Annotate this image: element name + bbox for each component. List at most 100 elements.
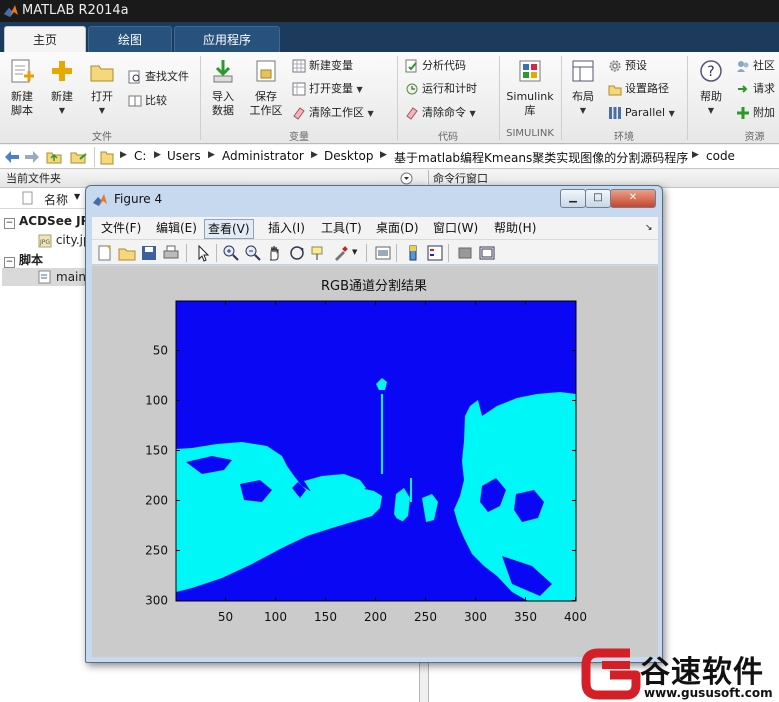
tab-plots[interactable]: 绘图 xyxy=(88,26,172,53)
menu-help[interactable]: 帮助(H) xyxy=(491,219,539,237)
browse-folder-icon[interactable] xyxy=(70,149,88,165)
analyze-code-button[interactable]: 分析代码 xyxy=(405,57,466,75)
maximize-icon: □ xyxy=(593,192,603,203)
hide-plot-tools-icon[interactable] xyxy=(456,244,474,262)
close-button[interactable]: ✕ xyxy=(610,189,656,208)
figure-canvas[interactable]: RGB通道分割结果 50 100 150 200 250 300 350 400… xyxy=(92,266,658,657)
collapse-toggle-icon[interactable]: − xyxy=(4,218,15,229)
breadcrumb-separator-icon: ▶ xyxy=(311,150,318,160)
menu-file[interactable]: 文件(F) xyxy=(98,219,144,237)
file-column-icon xyxy=(22,191,33,205)
collapse-toggle-icon[interactable]: − xyxy=(4,257,15,268)
print-figure-icon[interactable] xyxy=(162,244,180,262)
legend-icon[interactable] xyxy=(426,244,444,262)
open-button[interactable]: 打开 ▼ xyxy=(86,58,118,118)
group-label-simulink: SIMULINK xyxy=(506,128,554,139)
menu-tools[interactable]: 工具(T) xyxy=(318,219,365,237)
up-folder-icon[interactable] xyxy=(46,149,62,165)
addons-button[interactable]: 附加 xyxy=(736,104,775,122)
maximize-button[interactable]: □ xyxy=(585,189,611,208)
brush-dropdown-icon[interactable]: ▼ xyxy=(352,248,357,256)
sort-down-icon[interactable]: ▼ xyxy=(74,192,80,201)
group-acdsee[interactable]: − ACDSee JP xyxy=(4,214,89,229)
tab-apps[interactable]: 应用程序 xyxy=(174,26,280,53)
import-data-button[interactable]: 导入 数据 xyxy=(206,58,240,118)
show-plot-tools-icon[interactable] xyxy=(478,244,496,262)
save-figure-icon[interactable] xyxy=(140,244,158,262)
matlab-logo-icon xyxy=(4,5,18,17)
group-label-file: 文件 xyxy=(92,132,112,143)
help-button[interactable]: ? 帮助 ▼ xyxy=(694,58,728,118)
analyze-code-label: 分析代码 xyxy=(422,59,466,72)
new-button[interactable]: 新建 ▼ xyxy=(46,58,78,118)
simulink-library-button[interactable]: Simulink 库 xyxy=(503,58,557,118)
menu-edit[interactable]: 编辑(E) xyxy=(153,219,200,237)
group-scripts[interactable]: − 脚本 xyxy=(4,251,43,268)
parallel-button[interactable]: Parallel ▼ xyxy=(608,104,675,122)
breadcrumb-item[interactable]: code xyxy=(706,149,735,163)
new-variable-button[interactable]: 新建变量 xyxy=(292,57,353,75)
name-column-header[interactable]: 名称 xyxy=(44,191,68,208)
breadcrumb-item[interactable]: Users xyxy=(167,149,201,163)
request-support-button[interactable]: 请求 xyxy=(736,80,775,98)
compare-button[interactable]: 比较 xyxy=(128,92,167,110)
clear-commands-button[interactable]: 清除命令 ▼ xyxy=(405,104,476,122)
colorbar-icon[interactable] xyxy=(404,244,422,262)
save-workspace-button[interactable]: 保存 工作区 xyxy=(246,58,286,118)
clear-commands-dropdown-icon[interactable]: ▼ xyxy=(470,109,476,118)
new-figure-icon[interactable] xyxy=(96,244,114,262)
app-title-bar: MATLAB R2014a xyxy=(0,0,779,22)
open-dropdown-icon[interactable]: ▼ xyxy=(86,104,118,118)
tab-home[interactable]: 主页 xyxy=(4,26,86,53)
open-variable-button[interactable]: 打开变量 ▼ xyxy=(292,80,363,98)
parallel-label: Parallel xyxy=(625,106,666,119)
panel-menu-icon[interactable] xyxy=(400,172,413,185)
clear-workspace-dropdown-icon[interactable]: ▼ xyxy=(368,109,374,118)
community-button[interactable]: 社区 xyxy=(736,57,775,75)
data-cursor-icon[interactable] xyxy=(310,244,328,262)
pointer-arrow-icon[interactable] xyxy=(194,244,212,262)
back-arrow-icon[interactable] xyxy=(4,150,20,164)
y-tick-label: 50 xyxy=(153,344,168,358)
menu-desktop[interactable]: 桌面(D) xyxy=(373,219,422,237)
open-variable-dropdown-icon[interactable]: ▼ xyxy=(357,85,363,94)
link-plot-icon[interactable] xyxy=(374,244,392,262)
breadcrumb-item[interactable]: Desktop xyxy=(324,149,374,163)
layout-button[interactable]: 布局 ▼ xyxy=(566,58,600,118)
new-script-button[interactable]: 新建 脚本 xyxy=(4,58,40,118)
layout-dropdown-icon[interactable]: ▼ xyxy=(566,104,600,118)
clear-workspace-button[interactable]: 清除工作区 ▼ xyxy=(292,104,374,122)
clear-commands-icon xyxy=(406,107,418,120)
segmentation-plot[interactable]: RGB通道分割结果 50 100 150 200 250 300 350 400… xyxy=(92,266,658,657)
command-window-title: 命令行窗口 xyxy=(433,172,488,185)
menu-insert[interactable]: 插入(I) xyxy=(265,219,308,237)
dock-arrow-icon[interactable]: ↘ xyxy=(642,219,656,237)
layout-icon xyxy=(572,60,594,82)
open-file-icon[interactable] xyxy=(118,244,136,262)
forward-arrow-icon[interactable] xyxy=(24,150,40,164)
group-label-variable: 变量 xyxy=(289,132,309,143)
new-label: 新建 xyxy=(51,90,73,103)
parallel-dropdown-icon[interactable]: ▼ xyxy=(669,109,675,118)
figure-title-bar[interactable]: Figure 4 ▁ □ ✕ xyxy=(86,186,662,214)
find-files-button[interactable]: 查找文件 xyxy=(128,68,189,86)
run-and-time-button[interactable]: 运行和计时 xyxy=(405,80,477,98)
minimize-button[interactable]: ▁ xyxy=(560,189,586,208)
preferences-button[interactable]: 预设 xyxy=(608,57,647,75)
set-path-button[interactable]: 设置路径 xyxy=(608,80,669,98)
rotate-3d-icon[interactable] xyxy=(288,244,306,262)
zoom-out-icon[interactable] xyxy=(244,244,262,262)
file-city-jpg[interactable]: JPG city.jp xyxy=(38,233,91,248)
breadcrumb-item[interactable]: Administrator xyxy=(222,149,304,163)
breadcrumb-separator-icon: ▶ xyxy=(120,150,127,160)
breadcrumb-item[interactable]: 基于matlab编程Kmeans聚类实现图像的分割源码程序 xyxy=(394,149,688,166)
help-dropdown-icon[interactable]: ▼ xyxy=(694,104,728,118)
menu-view[interactable]: 查看(V) xyxy=(204,219,254,239)
zoom-in-icon[interactable] xyxy=(222,244,240,262)
new-dropdown-icon[interactable]: ▼ xyxy=(46,104,78,118)
preferences-label: 预设 xyxy=(625,59,647,72)
pan-hand-icon[interactable] xyxy=(266,244,284,262)
breadcrumb-item[interactable]: C: xyxy=(134,149,146,163)
menu-window[interactable]: 窗口(W) xyxy=(430,219,481,237)
brush-icon[interactable] xyxy=(332,244,350,262)
